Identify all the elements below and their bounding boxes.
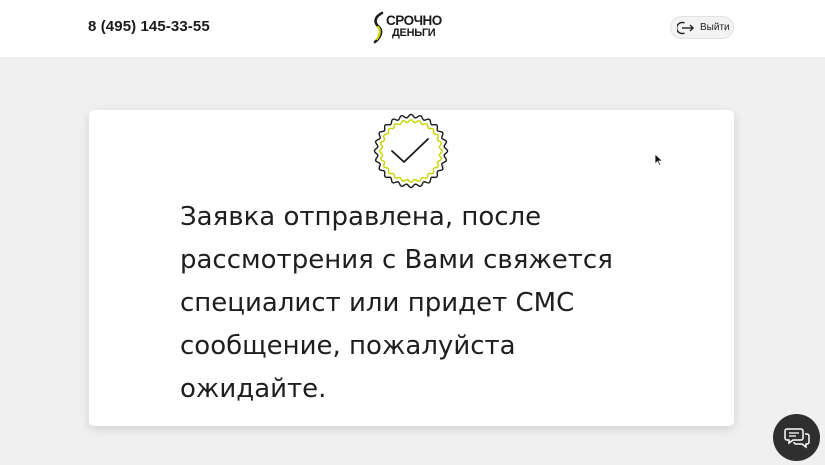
logo[interactable]: СРОЧНО ДЕНЬГИ [371, 11, 455, 45]
logout-icon [677, 21, 694, 35]
logo-swoosh-icon [373, 11, 384, 44]
confirmation-message: Заявка отправлена, после рассмотрения с … [180, 202, 613, 404]
phone-number[interactable]: 8 (495) 145-33-55 [88, 18, 210, 35]
check-seal-icon [373, 113, 449, 189]
logout-label: Выйти [700, 22, 730, 33]
chat-button[interactable] [773, 414, 820, 461]
mouse-cursor-icon [654, 153, 664, 167]
logout-button[interactable]: Выйти [670, 16, 734, 39]
chat-bubbles-icon [784, 428, 810, 449]
logo-text-bottom: ДЕНЬГИ [392, 27, 436, 39]
header: 8 (495) 145-33-55 СРОЧНО ДЕНЬГИ Выйти [0, 0, 825, 57]
logo-text-top: СРОЧНО [386, 13, 442, 28]
confirmation-card: Заявка отправлена, после рассмотрения с … [89, 110, 734, 426]
